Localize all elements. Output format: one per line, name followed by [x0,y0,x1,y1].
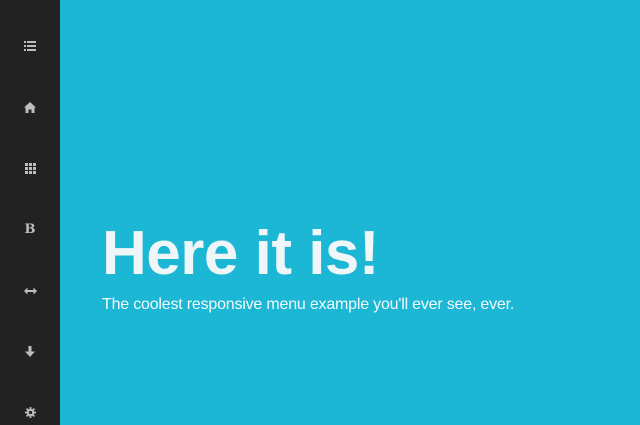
sidebar-item-settings[interactable] [0,392,60,425]
sidebar-item-bold[interactable]: B [0,209,60,249]
gear-icon [24,406,36,418]
arrow-down-icon [25,345,35,357]
grid-icon [24,162,36,174]
sidebar-item-resize[interactable] [0,271,60,311]
main-content: Here it is! The coolest responsive menu … [60,0,640,425]
sidebar-item-download[interactable] [0,331,60,371]
home-icon [24,101,36,113]
sidebar-item-home[interactable] [0,87,60,127]
bold-icon: B [24,221,36,237]
resize-horizontal-icon [23,287,37,295]
app-root: B Here it is! The coolest responsive men… [0,0,640,425]
sidebar-item-list[interactable] [0,26,60,66]
page-title: Here it is! [102,219,380,288]
sidebar-menu: B [0,0,60,425]
sidebar-item-grid[interactable] [0,148,60,188]
page-subtitle: The coolest responsive menu example you'… [102,296,515,313]
list-icon [24,41,36,51]
